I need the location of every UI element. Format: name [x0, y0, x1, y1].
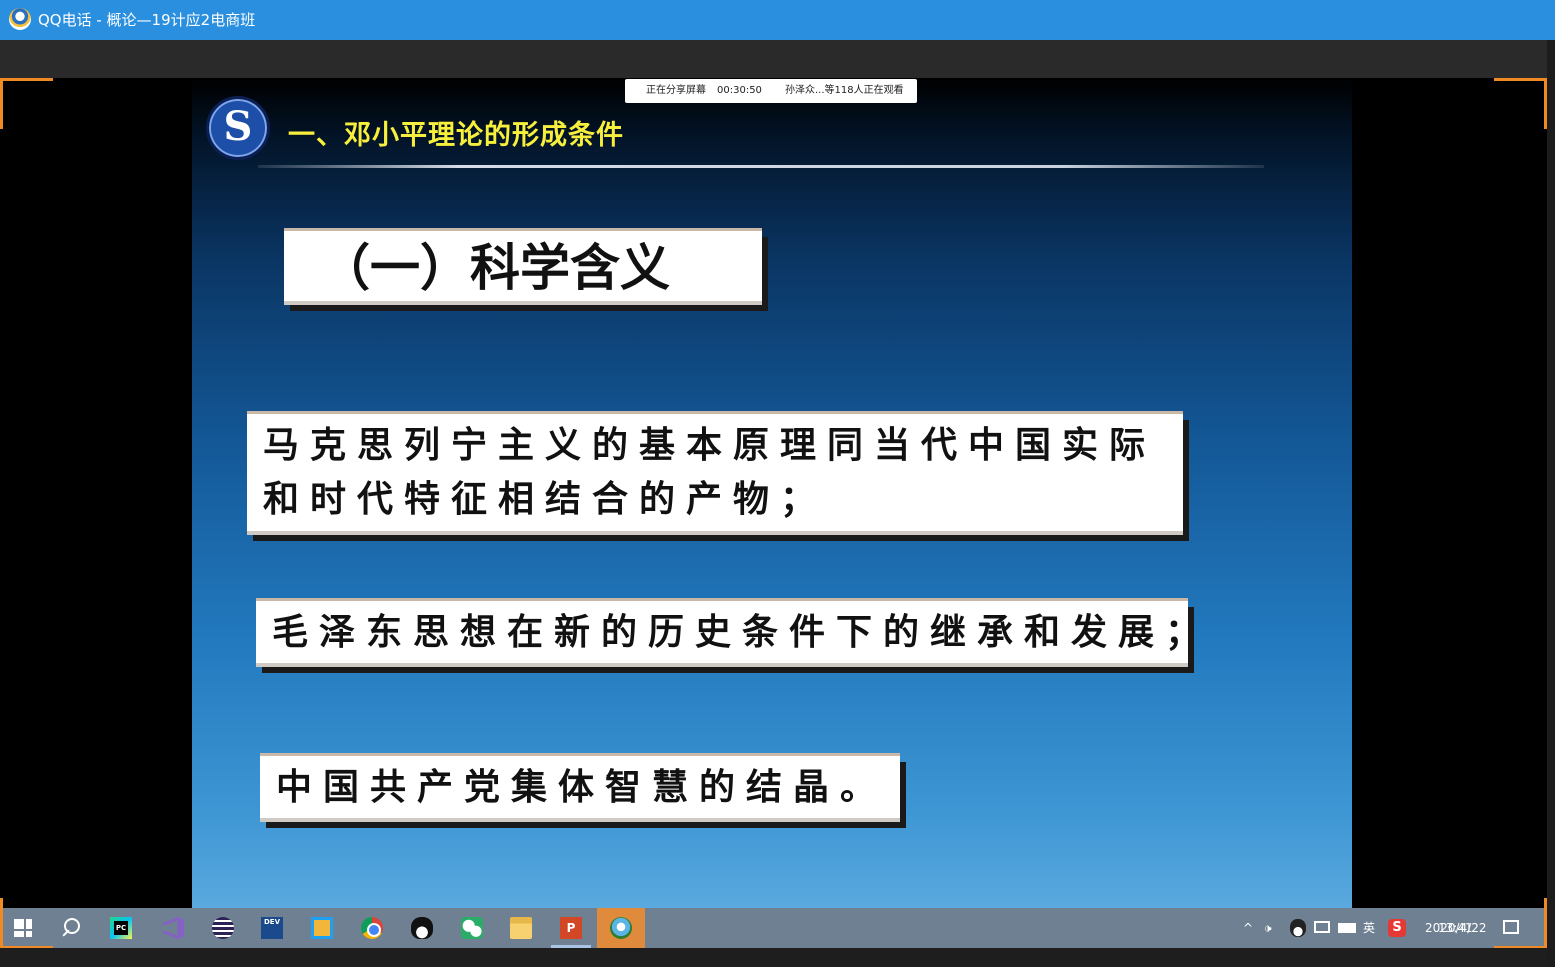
point-text: 中国共产党集体智慧的结晶。 — [276, 766, 888, 808]
slide-heading: 一、邓小平理论的形成条件 — [288, 120, 624, 151]
snipping-tool-taskbar-button[interactable] — [298, 908, 346, 948]
eclipse-icon — [212, 917, 234, 939]
chrome-icon-center — [367, 923, 381, 937]
file-explorer-taskbar-button[interactable] — [497, 908, 545, 948]
qq-call-icon — [9, 8, 31, 30]
powerpoint-taskbar-button[interactable]: P — [547, 908, 595, 948]
devcpp-taskbar-button[interactable]: DEV — [248, 908, 296, 948]
window-edge — [1547, 40, 1555, 967]
snipping-tool-icon — [311, 917, 333, 939]
window-title: QQ电话 - 概论—19计应2电商班 — [38, 11, 256, 29]
qq-tray-icon[interactable] — [1290, 919, 1306, 937]
share-frame-corner-top-right — [1494, 78, 1547, 129]
call-toolbar — [0, 40, 1555, 78]
show-hidden-icons-button[interactable]: ^ — [1243, 919, 1253, 937]
section-title-card: （一）科学含义 — [284, 231, 762, 305]
wechat-icon — [461, 917, 483, 939]
input-language-indicator[interactable]: 英 — [1363, 919, 1375, 937]
qq-icon — [411, 917, 433, 939]
visual-studio-icon — [162, 917, 184, 939]
point-card: 马克思列宁主义的基本原理同当代中国实际和时代特征相结合的产物； — [247, 414, 1183, 535]
visual-studio-taskbar-button[interactable] — [149, 908, 197, 948]
battery-icon[interactable] — [1338, 923, 1356, 933]
window-bottom-edge — [0, 948, 1547, 967]
powerpoint-icon: P — [560, 917, 582, 939]
point-text: 毛泽东思想在新的历史条件下的继承和发展； — [272, 611, 1213, 653]
point-text: 马克思列宁主义的基本原理同当代中国实际和时代特征相结合的产物； — [263, 424, 1157, 520]
presentation-slide: S 一、邓小平理论的形成条件 （一）科学含义 马克思列宁主义的基本原理同当代中国… — [192, 78, 1352, 908]
point-card: 中国共产党集体智慧的结晶。 — [260, 756, 900, 822]
share-frame-corner-bottom-left — [0, 898, 53, 949]
point-card: 毛泽东思想在新的历史条件下的继承和发展； — [256, 601, 1201, 667]
pycharm-label: PC — [114, 921, 128, 935]
screen-share-status-bar[interactable]: 正在分享屏幕 00:30:50 孙泽众...等118人正在观看 — [625, 79, 917, 103]
clock-date[interactable]: 2020/4/22 — [1425, 919, 1487, 937]
qq-call-taskbar-button[interactable] — [597, 908, 645, 948]
window-title-bar[interactable]: QQ电话 - 概论—19计应2电商班 — [0, 0, 1555, 40]
qq-call-icon — [610, 917, 632, 939]
viewer-count[interactable]: 孙泽众...等118人正在观看 — [785, 79, 904, 103]
eclipse-taskbar-button[interactable] — [199, 908, 247, 948]
share-frame-corner-bottom-right — [1494, 898, 1547, 949]
network-icon[interactable] — [1314, 921, 1330, 933]
share-timer: 00:30:50 — [717, 85, 762, 96]
volume-icon[interactable]: 🕩 — [1264, 919, 1272, 937]
devcpp-icon: DEV — [261, 917, 283, 939]
section-title: （一）科学含义 — [320, 239, 670, 297]
qq-taskbar-button[interactable] — [398, 908, 446, 948]
search-button[interactable] — [47, 908, 95, 948]
share-frame-corner-top-left — [0, 78, 53, 129]
slide-logo: S — [206, 96, 270, 160]
folder-icon — [510, 917, 532, 939]
share-status-label: 正在分享屏幕 — [646, 85, 706, 96]
pycharm-taskbar-button[interactable]: PC — [97, 908, 145, 948]
chrome-taskbar-button[interactable] — [348, 908, 396, 948]
wechat-taskbar-button[interactable] — [448, 908, 496, 948]
logo-letter: S — [223, 103, 253, 150]
sogou-input-icon[interactable]: S — [1388, 919, 1406, 937]
heading-divider — [258, 165, 1264, 168]
